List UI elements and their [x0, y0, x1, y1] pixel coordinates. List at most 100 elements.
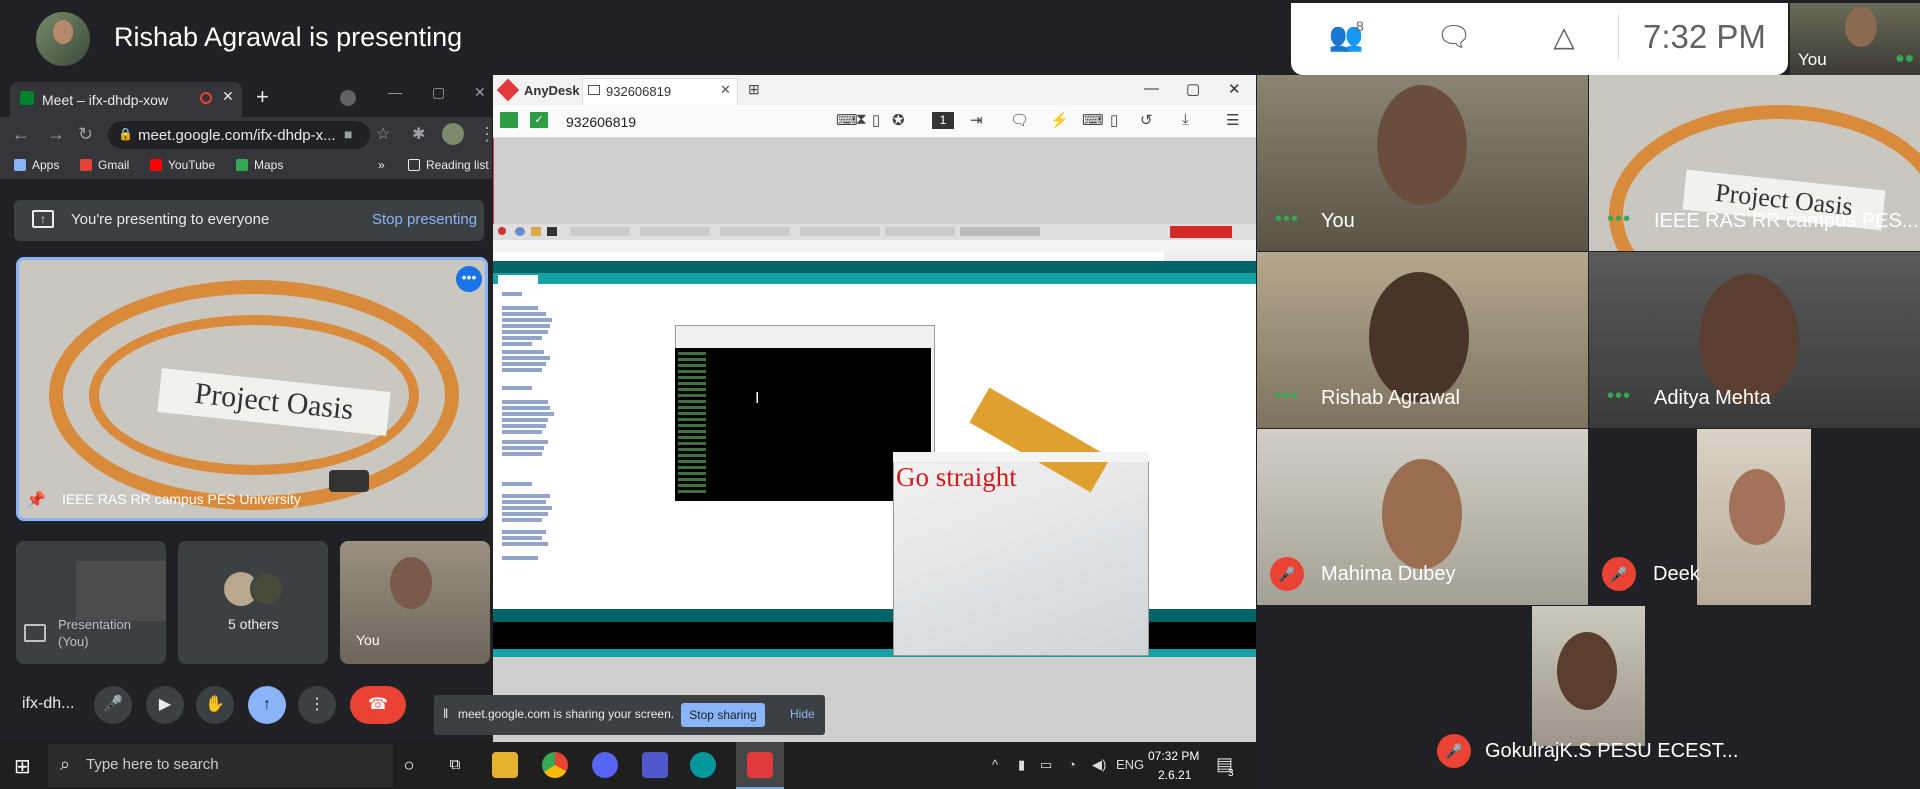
bookmark-youtube[interactable]: YouTube — [150, 158, 215, 172]
terminal-line — [678, 418, 706, 421]
tray-overflow-icon[interactable]: ^ — [992, 757, 998, 772]
drag-handle-icon[interactable]: ‖ — [443, 706, 448, 721]
stop-presenting-button[interactable]: Stop presenting — [372, 211, 477, 228]
keyboard-icon[interactable]: ⌨ — [836, 111, 858, 129]
language-indicator[interactable]: ENG — [1116, 757, 1144, 772]
bookmark-star-icon[interactable]: ☆ — [376, 124, 390, 144]
camera-icon[interactable]: ■ — [344, 126, 352, 142]
present-button[interactable]: ↑ — [248, 686, 286, 724]
code-line — [502, 368, 542, 372]
pin-icon[interactable]: 📌 — [26, 490, 46, 510]
maximize-icon[interactable]: ▢ — [1186, 80, 1200, 98]
mic-button[interactable]: 🎤 — [94, 686, 132, 724]
others-tile-label: 5 others — [228, 616, 279, 632]
camera-button[interactable]: ▶ — [146, 686, 184, 724]
download-icon[interactable]: ⤓ — [1182, 111, 1189, 128]
text-cursor-icon: I — [755, 390, 760, 407]
task-view-icon[interactable]: ⧉ — [442, 752, 468, 778]
taskbar-date[interactable]: 2.6.21 — [1158, 768, 1191, 782]
monitor-select-button[interactable]: 1 — [932, 112, 954, 129]
volume-icon[interactable]: ◀) — [1092, 757, 1106, 773]
bookmark-gmail-label: Gmail — [98, 158, 130, 172]
teams-icon[interactable] — [642, 752, 668, 778]
mic-off-icon: 🎤 — [1602, 557, 1636, 591]
close-window-icon[interactable]: ✕ — [474, 84, 486, 101]
bookmark-apps-label: Apps — [32, 158, 60, 172]
avatar — [250, 572, 284, 606]
hide-share-bar-button[interactable]: Hide — [790, 707, 815, 721]
file-explorer-icon[interactable] — [492, 752, 518, 778]
code-line — [502, 324, 550, 328]
direction-overlay: Go straight — [896, 462, 1017, 492]
terminal-line — [678, 478, 706, 481]
anydesk-icon[interactable] — [747, 752, 773, 778]
more-bookmarks-icon[interactable]: » — [378, 158, 385, 172]
leave-call-button[interactable]: ☎ — [350, 686, 406, 724]
stop-sharing-button[interactable]: Stop sharing — [681, 703, 765, 727]
input-icon[interactable]: ⌨ — [1082, 111, 1104, 129]
discord-icon[interactable] — [592, 752, 618, 778]
terminal-line — [678, 460, 706, 463]
terminal-line — [678, 412, 706, 415]
reading-list[interactable]: Reading list — [408, 158, 489, 172]
minimize-icon[interactable]: — — [388, 84, 402, 100]
remote-task — [885, 227, 955, 236]
new-session-icon[interactable]: ⊞ — [748, 81, 760, 98]
mic-active-icon: ●● — [1895, 50, 1915, 67]
chrome-icon[interactable] — [542, 752, 568, 778]
terminal-line — [678, 442, 706, 445]
path-video-titlebar — [893, 452, 1149, 462]
terminal-line — [678, 454, 706, 457]
hourglass-icon[interactable]: ⧗ — [856, 111, 867, 128]
taskbar-time[interactable]: 07:32 PM — [1148, 749, 1199, 763]
chat-icon[interactable]: 🗨 — [1434, 20, 1474, 54]
close-tab-icon[interactable]: ✕ — [720, 82, 731, 98]
raise-hand-button[interactable]: ✋ — [196, 686, 234, 724]
menu-icon[interactable]: ☰ — [1226, 111, 1239, 129]
participant-tile[interactable] — [1589, 429, 1920, 605]
anydesk-address-id[interactable]: 932606819 — [566, 114, 636, 130]
lock-icon: 🔒 — [118, 127, 133, 141]
history-icon[interactable]: ↺ — [1140, 111, 1153, 129]
code-line — [502, 440, 548, 444]
wifi-icon[interactable]: ◔ — [1068, 757, 1076, 772]
more-options-icon[interactable]: ••• — [456, 266, 482, 292]
minimize-icon[interactable]: — — [1144, 80, 1159, 97]
file-transfer-icon[interactable]: ⇥ — [970, 111, 983, 129]
activities-icon[interactable]: △ — [1544, 20, 1584, 54]
new-tab-icon[interactable]: + — [256, 84, 269, 110]
tab-search-icon[interactable] — [340, 90, 356, 106]
bookmark-gmail[interactable]: Gmail — [80, 158, 129, 172]
meeting-code[interactable]: ifx-dh... — [22, 695, 74, 713]
arduino-tab — [498, 275, 538, 284]
maximize-icon[interactable]: ▢ — [432, 84, 445, 101]
bookmark-maps[interactable]: Maps — [236, 158, 283, 172]
remote-task — [720, 227, 790, 236]
clipboard-icon[interactable]: ▯ — [872, 111, 880, 129]
extensions-icon[interactable]: ✱ — [412, 124, 425, 144]
mobile-icon[interactable]: ▯ — [1110, 111, 1118, 129]
participant-name: Deek — [1653, 563, 1700, 585]
bookmark-apps[interactable]: Apps — [14, 158, 59, 172]
pinned-video-tile[interactable]: Project Oasis — [16, 257, 488, 521]
others-tile[interactable] — [178, 541, 328, 664]
battery-icon[interactable]: ▭ — [1040, 757, 1052, 773]
profile-avatar[interactable] — [442, 123, 464, 145]
more-options-button[interactable]: ⋮ — [298, 686, 336, 724]
windows-start-icon[interactable]: ⊞ — [14, 754, 31, 779]
terminal-line — [678, 484, 706, 487]
reload-icon[interactable]: ↻ — [78, 124, 93, 145]
participant-tile[interactable] — [1257, 75, 1588, 251]
forward-icon[interactable]: → — [47, 124, 65, 145]
code-line — [502, 406, 550, 410]
mic-tray-icon[interactable]: ▮ — [1018, 757, 1025, 773]
terminal-line — [678, 364, 706, 367]
close-window-icon[interactable]: ✕ — [1228, 80, 1241, 98]
chat-icon[interactable]: 🗨 — [1010, 111, 1029, 129]
favorite-icon[interactable]: ✪ — [892, 111, 905, 129]
close-tab-icon[interactable]: ✕ — [222, 88, 234, 105]
back-icon[interactable]: ← — [12, 124, 30, 145]
cortana-icon[interactable]: ○ — [396, 752, 422, 778]
arduino-icon[interactable] — [690, 752, 716, 778]
actions-icon[interactable]: ⚡ — [1050, 111, 1069, 129]
